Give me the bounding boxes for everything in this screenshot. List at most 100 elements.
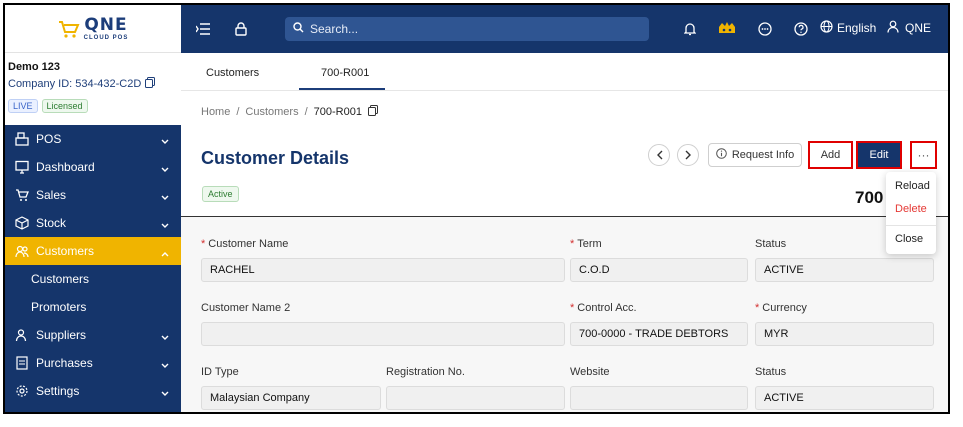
website-field[interactable] xyxy=(570,386,748,410)
bell-icon[interactable] xyxy=(682,21,698,37)
menu-toggle-icon[interactable] xyxy=(195,21,211,37)
language-label: English xyxy=(837,21,877,35)
breadcrumb-customers[interactable]: Customers xyxy=(245,106,298,118)
id-type-label: ID Type xyxy=(201,366,239,378)
search-bar[interactable] xyxy=(285,17,649,41)
search-input[interactable] xyxy=(310,22,630,36)
sidebar-subitem-customers[interactable]: Customers xyxy=(5,265,181,293)
status-badge: Active xyxy=(202,186,239,202)
sidebar-subitem-promoters[interactable]: Promoters xyxy=(5,293,181,321)
id-type-field[interactable]: Malaysian Company xyxy=(201,386,381,410)
company-name: Demo 123 xyxy=(8,61,60,73)
sidebar-item-label: Stock xyxy=(36,216,67,230)
status-2-field[interactable]: ACTIVE xyxy=(755,386,934,410)
chevron-down-icon xyxy=(161,386,169,400)
sidebar-item-customers[interactable]: Customers xyxy=(5,237,181,265)
customer-name-field[interactable]: RACHEL xyxy=(201,258,565,282)
licensed-badge: Licensed xyxy=(41,99,88,113)
breadcrumb-home[interactable]: Home xyxy=(201,106,230,118)
tab-customers[interactable]: Customers xyxy=(206,67,259,79)
breadcrumb-separator: / xyxy=(236,106,240,118)
invoice-icon xyxy=(15,356,29,370)
sidebar-item-label: Settings xyxy=(36,384,80,398)
customer-name-2-field[interactable] xyxy=(201,322,565,346)
main-content: Customers 700-R001 Home / Customers / 70… xyxy=(181,53,948,412)
sidebar-item-label: Suppliers xyxy=(36,328,87,342)
next-record-button[interactable] xyxy=(677,144,699,166)
app-window: QNE CLOUD POS Demo 123 Company ID: 534-4… xyxy=(3,3,950,414)
sidebar-item-sales[interactable]: Sales xyxy=(5,181,181,209)
globe-icon xyxy=(820,20,833,36)
currency-label: * Currency xyxy=(755,302,807,314)
active-tab-indicator xyxy=(299,88,385,90)
copy-icon[interactable] xyxy=(367,105,378,119)
menu-item-reload[interactable]: Reload xyxy=(895,180,930,192)
sidebar: QNE CLOUD POS Demo 123 Company ID: 534-4… xyxy=(5,5,181,412)
customers-icon xyxy=(15,244,29,258)
tab-bar: Customers 700-R001 xyxy=(181,53,948,91)
menu-item-close[interactable]: Close xyxy=(895,233,923,245)
customer-name-label: * Customer Name xyxy=(201,238,289,250)
company-info: Demo 123 Company ID: 534-432-C2D LIVE Li… xyxy=(5,53,181,125)
chevron-up-icon xyxy=(161,246,169,260)
pos-terminal-icon xyxy=(15,132,29,146)
sidebar-item-label: Purchases xyxy=(36,356,93,370)
chevron-down-icon xyxy=(161,162,169,176)
cart-icon xyxy=(15,188,29,202)
control-acc-field[interactable]: 700-0000 - TRADE DEBTORS xyxy=(570,322,748,346)
previous-record-button[interactable] xyxy=(648,144,670,166)
sidebar-item-stock[interactable]: Stock xyxy=(5,209,181,237)
chat-icon[interactable] xyxy=(757,21,773,37)
control-acc-label: * Control Acc. xyxy=(570,302,637,314)
company-id: Company ID: 534-432-C2D xyxy=(8,77,178,91)
logo-text: QNE CLOUD POS xyxy=(84,16,129,41)
customer-code-heading: 700 xyxy=(855,188,884,207)
sidebar-item-label: Customers xyxy=(36,244,95,258)
sidebar-item-pos[interactable]: POS xyxy=(5,125,181,153)
lock-icon[interactable] xyxy=(233,21,249,37)
user-icon xyxy=(887,20,899,36)
tab-700-r001[interactable]: 700-R001 xyxy=(321,67,369,79)
more-actions-button[interactable]: ··· xyxy=(910,141,937,169)
language-selector[interactable]: English xyxy=(820,20,876,36)
company-badges: LIVE Licensed xyxy=(8,99,178,113)
logo-area: QNE CLOUD POS xyxy=(5,5,181,53)
sidebar-item-suppliers[interactable]: Suppliers xyxy=(5,321,181,349)
sidebar-item-purchases[interactable]: Purchases xyxy=(5,349,181,377)
cart-icon xyxy=(58,19,80,39)
add-button[interactable]: Add xyxy=(808,141,853,169)
request-info-button[interactable]: Request Info xyxy=(708,143,802,167)
user-menu[interactable]: QNE xyxy=(887,20,931,36)
chevron-down-icon xyxy=(161,134,169,148)
sidebar-item-label: Dashboard xyxy=(36,160,95,174)
currency-field[interactable]: MYR xyxy=(755,322,934,346)
website-label: Website xyxy=(570,366,610,378)
chevron-down-icon xyxy=(161,218,169,232)
breadcrumb-current: 700-R001 xyxy=(313,106,362,118)
more-actions-menu: Reload Delete Close xyxy=(886,172,936,254)
status-2-label: Status xyxy=(755,366,787,378)
search-icon xyxy=(293,22,304,36)
registration-no-field[interactable] xyxy=(386,386,565,410)
sidebar-item-label: Sales xyxy=(36,188,67,202)
chevron-down-icon xyxy=(161,330,169,344)
customer-name-2-label: Customer Name 2 xyxy=(201,302,291,314)
menu-divider xyxy=(886,225,936,226)
term-label: * Term xyxy=(570,238,602,250)
edit-button[interactable]: Edit xyxy=(856,141,902,169)
menu-item-delete[interactable]: Delete xyxy=(895,203,927,215)
copy-icon[interactable] xyxy=(145,77,156,91)
term-field[interactable]: C.O.D xyxy=(570,258,748,282)
chevron-down-icon xyxy=(161,358,169,372)
status-field[interactable]: ACTIVE xyxy=(755,258,934,282)
sidebar-item-settings[interactable]: Settings xyxy=(5,377,181,405)
mascot-icon[interactable] xyxy=(717,21,737,37)
breadcrumb: Home / Customers / 700-R001 xyxy=(201,105,378,119)
box-icon xyxy=(15,216,29,230)
qne-logo: QNE CLOUD POS xyxy=(58,16,129,41)
company-id-text: Company ID: 534-432-C2D xyxy=(8,78,142,90)
sidebar-item-dashboard[interactable]: Dashboard xyxy=(5,153,181,181)
help-icon[interactable] xyxy=(793,21,809,37)
monitor-icon xyxy=(15,160,29,174)
chevron-down-icon xyxy=(161,190,169,204)
